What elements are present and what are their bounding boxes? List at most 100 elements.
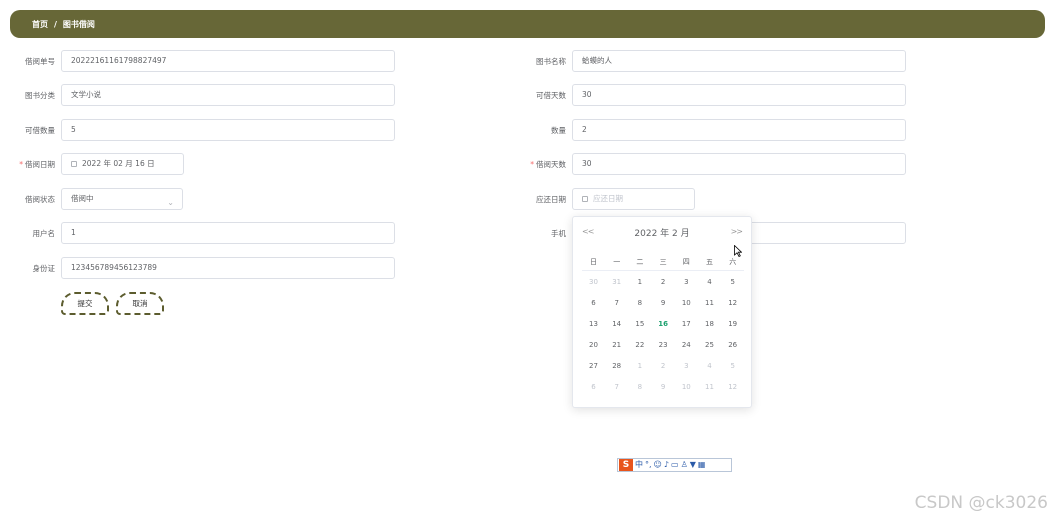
calendar-day[interactable]: 3 xyxy=(675,362,698,370)
calendar-day[interactable]: 9 xyxy=(652,299,675,307)
borrow-no-label: 借阅单号 xyxy=(25,57,55,66)
calendar-day[interactable]: 10 xyxy=(675,383,698,391)
weekday-label: 二 xyxy=(636,258,644,266)
microphone-icon[interactable]: ♪ xyxy=(664,459,669,471)
calendar-day[interactable]: 16 xyxy=(652,320,675,328)
phone-label: 手机 xyxy=(551,229,566,238)
username-label: 用户名 xyxy=(32,229,56,238)
required-mark: * xyxy=(530,160,534,169)
calendar-day[interactable]: 27 xyxy=(582,362,605,370)
calendar-day[interactable]: 8 xyxy=(628,299,651,307)
calendar-day[interactable]: 9 xyxy=(652,383,675,391)
toolbox-icon[interactable]: ▦ xyxy=(698,459,706,471)
calendar-day[interactable]: 17 xyxy=(675,320,698,328)
next-year-button[interactable]: >> xyxy=(731,227,743,236)
id-card-input[interactable]: 123456789456123789 xyxy=(61,257,395,279)
weekday-row: 日一二三四五六 xyxy=(582,257,744,271)
calendar-day[interactable]: 12 xyxy=(721,299,744,307)
ime-mode[interactable]: 中 xyxy=(635,459,643,471)
required-mark: * xyxy=(19,160,23,169)
calendar-day[interactable]: 25 xyxy=(698,341,721,349)
calendar-day[interactable]: 2 xyxy=(652,362,675,370)
weekday-label: 四 xyxy=(682,258,690,266)
punctuation-icon[interactable]: °, xyxy=(645,459,652,471)
id-card-label: 身份证 xyxy=(32,264,56,273)
calendar-day[interactable]: 8 xyxy=(628,383,651,391)
calendar-day[interactable]: 7 xyxy=(605,383,628,391)
ime-toolbar: S 中 °, ☺ ♪ ▭ ♙ ▼ ▦ xyxy=(617,458,732,472)
calendar-day[interactable]: 6 xyxy=(582,383,605,391)
borrowable-qty-label: 可借数量 xyxy=(25,126,55,135)
breadcrumb-current: 图书借阅 xyxy=(62,20,95,29)
calendar-day[interactable]: 6 xyxy=(582,299,605,307)
calendar-day[interactable]: 10 xyxy=(675,299,698,307)
calendar-day[interactable]: 28 xyxy=(605,362,628,370)
book-name-label: 图书名称 xyxy=(536,57,566,66)
calendar-day[interactable]: 19 xyxy=(721,320,744,328)
weekday-label: 三 xyxy=(659,258,667,266)
calendar-day[interactable]: 12 xyxy=(721,383,744,391)
calendar-day[interactable]: 31 xyxy=(605,278,628,286)
date-picker-header: 2022 年 2 月 xyxy=(634,229,690,239)
borrow-date-label: * 借阅日期 xyxy=(19,160,55,169)
borrow-days-input[interactable]: 30 xyxy=(572,153,906,175)
breadcrumb: 首页 / 图书借阅 xyxy=(32,19,95,30)
calendar-day[interactable]: 1 xyxy=(628,278,651,286)
breadcrumb-home[interactable]: 首页 xyxy=(32,20,48,29)
calendar-day[interactable]: 3 xyxy=(675,278,698,286)
calendar-day[interactable]: 26 xyxy=(721,341,744,349)
calendar-day[interactable]: 11 xyxy=(698,383,721,391)
calendar-day[interactable]: 21 xyxy=(605,341,628,349)
borrowable-qty-input[interactable]: 5 xyxy=(61,119,395,141)
weekday-label: 日 xyxy=(590,258,597,266)
user-icon[interactable]: ♙ xyxy=(681,459,688,471)
borrowable-days-input[interactable]: 30 xyxy=(572,84,906,106)
calendar-day[interactable]: 22 xyxy=(628,341,651,349)
borrow-status-label: 借阅状态 xyxy=(25,195,55,204)
breadcrumb-separator: / xyxy=(54,20,57,29)
quantity-input[interactable]: 2 xyxy=(572,119,906,141)
calendar-day[interactable]: 5 xyxy=(721,362,744,370)
calendar-day[interactable]: 20 xyxy=(582,341,605,349)
cancel-button[interactable]: 取消 xyxy=(116,292,164,315)
skin-icon[interactable]: ▼ xyxy=(690,459,696,471)
calendar-day[interactable]: 23 xyxy=(652,341,675,349)
borrow-date-input[interactable]: 2022 年 02 月 16 日 xyxy=(61,153,184,175)
calendar-day[interactable]: 14 xyxy=(605,320,628,328)
mouse-cursor-icon xyxy=(734,245,742,257)
borrow-status-select[interactable]: 借阅中 ⌄ xyxy=(61,188,183,210)
weekday-label: 一 xyxy=(613,258,621,266)
weekday-label: 六 xyxy=(729,258,737,266)
category-label: 图书分类 xyxy=(25,91,55,100)
borrow-days-label: * 借阅天数 xyxy=(530,160,566,169)
calendar-day[interactable]: 15 xyxy=(628,320,651,328)
username-input[interactable]: 1 xyxy=(61,222,395,244)
book-name-input[interactable]: 蛤蟆的人 xyxy=(572,50,906,72)
calendar-day[interactable]: 4 xyxy=(698,278,721,286)
calendar-day[interactable]: 5 xyxy=(721,278,744,286)
calendar-icon xyxy=(582,196,588,202)
watermark: CSDN @ck3026 xyxy=(914,493,1048,513)
calendar-day[interactable]: 2 xyxy=(652,278,675,286)
calendar-day[interactable]: 11 xyxy=(698,299,721,307)
calendar-day[interactable]: 24 xyxy=(675,341,698,349)
calendar-day[interactable]: 18 xyxy=(698,320,721,328)
emoji-icon[interactable]: ☺ xyxy=(654,459,662,471)
calendar-day[interactable]: 13 xyxy=(582,320,605,328)
calendar-icon xyxy=(71,161,77,167)
return-date-input[interactable]: 应还日期 xyxy=(572,188,695,210)
borrow-no-input[interactable]: 20222161161798827497 xyxy=(61,50,395,72)
top-bar: 首页 / 图书借阅 xyxy=(10,10,1045,38)
ime-logo-icon[interactable]: S xyxy=(619,459,633,471)
calendar-day[interactable]: 4 xyxy=(698,362,721,370)
calendar-day[interactable]: 1 xyxy=(628,362,651,370)
quantity-label: 数量 xyxy=(551,126,566,135)
submit-button[interactable]: 提交 xyxy=(61,292,109,315)
return-date-label: 应还日期 xyxy=(536,195,566,204)
chevron-down-icon: ⌄ xyxy=(167,198,174,207)
keyboard-icon[interactable]: ▭ xyxy=(671,459,679,471)
calendar-day[interactable]: 30 xyxy=(582,278,605,286)
calendar-day[interactable]: 7 xyxy=(605,299,628,307)
category-input[interactable]: 文学小说 xyxy=(61,84,395,106)
weekday-label: 五 xyxy=(706,258,713,266)
